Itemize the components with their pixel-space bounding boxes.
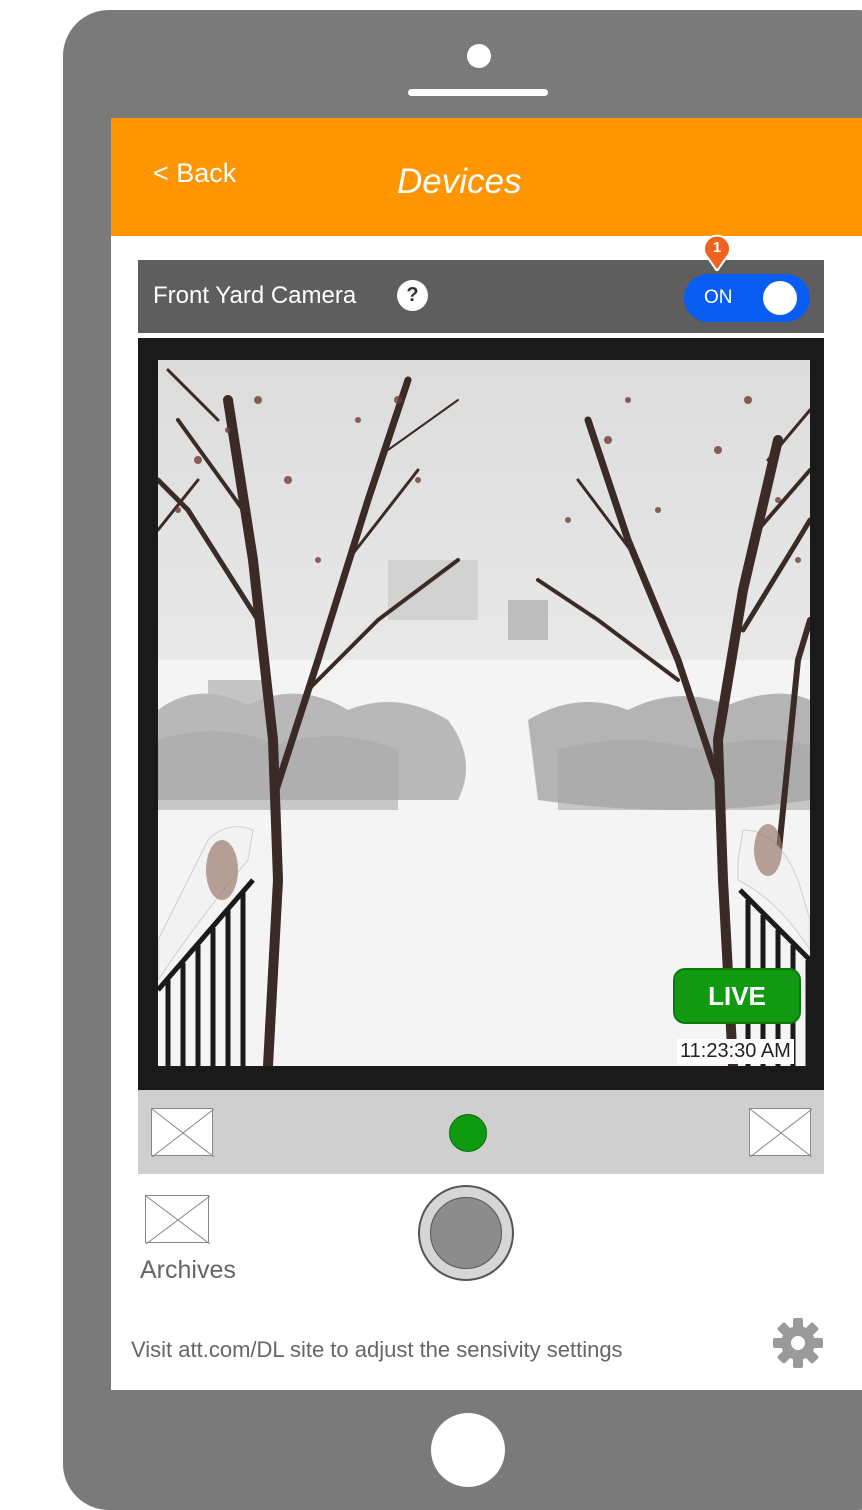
playback-controls-bar (138, 1090, 824, 1174)
back-button[interactable]: < Back (153, 158, 236, 189)
connection-status-icon (449, 1114, 487, 1152)
video-timestamp: 11:23:30 AM (677, 1039, 794, 1064)
front-camera-dot (467, 44, 491, 68)
snowy-yard-image (158, 360, 810, 1066)
speaker-slot (408, 89, 548, 96)
badge-count: 1 (713, 239, 721, 256)
previous-camera-icon[interactable] (151, 1108, 214, 1157)
next-camera-icon[interactable] (749, 1108, 812, 1157)
toggle-label: ON (704, 287, 733, 308)
home-button[interactable] (431, 1413, 505, 1487)
help-icon[interactable]: ? (397, 280, 428, 311)
archives-label[interactable]: Archives (140, 1256, 236, 1285)
sensitivity-settings-note: Visit att.com/DL site to adjust the sens… (131, 1337, 623, 1362)
video-frame: LIVE 11:23:30 AM (138, 338, 824, 1090)
camera-power-toggle[interactable]: ON (684, 274, 810, 322)
record-button[interactable] (418, 1185, 514, 1281)
app-header: < Back Devices (111, 118, 862, 236)
live-indicator: LIVE (673, 968, 801, 1024)
toggle-knob (763, 281, 797, 315)
page-title: Devices (397, 162, 522, 201)
app-screen: < Back Devices Front Yard Camera ? ON 1 (111, 118, 862, 1390)
gear-icon[interactable] (771, 1316, 825, 1370)
camera-live-feed[interactable]: LIVE 11:23:30 AM (158, 360, 810, 1066)
archives-icon[interactable] (145, 1195, 210, 1244)
notification-badge-icon: 1 (703, 234, 731, 271)
camera-name: Front Yard Camera (153, 282, 357, 309)
record-button-inner (430, 1197, 502, 1269)
